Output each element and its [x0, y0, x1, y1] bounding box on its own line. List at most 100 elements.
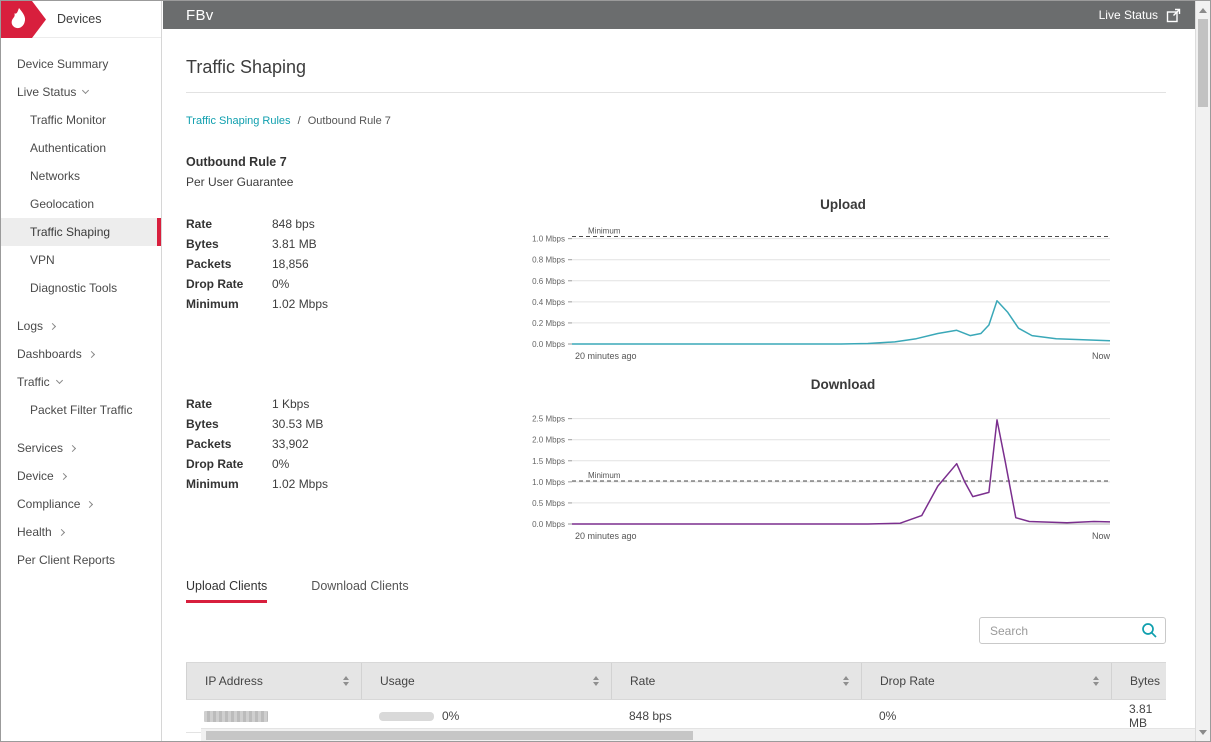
sidebar-header: Devices	[1, 1, 161, 38]
stat-row: Rate 848 bps	[186, 217, 518, 231]
stat-label: Rate	[186, 397, 272, 411]
stat-value: 33,902	[272, 437, 309, 451]
sidebar-item-label: Device	[17, 469, 54, 483]
chevron-down-icon	[82, 87, 89, 94]
svg-text:0.8 Mbps: 0.8 Mbps	[532, 256, 565, 265]
stat-label: Rate	[186, 217, 272, 231]
sidebar: Devices Device Summary Live Status Traff…	[1, 1, 162, 741]
sidebar-item[interactable]: Logs	[1, 312, 161, 340]
sort-icon[interactable]	[1093, 676, 1099, 686]
sidebar-item[interactable]: Per Client Reports	[1, 546, 161, 574]
svg-text:20 minutes ago: 20 minutes ago	[575, 531, 637, 541]
topbar: FBv Live Status	[163, 1, 1195, 29]
live-status-button[interactable]: Live Status	[1099, 8, 1181, 23]
usage-bar	[379, 712, 434, 721]
stat-value: 848 bps	[272, 217, 315, 231]
sidebar-item[interactable]: VPN	[1, 246, 161, 274]
sidebar-item[interactable]: Services	[1, 434, 161, 462]
breadcrumb-link[interactable]: Traffic Shaping Rules	[186, 115, 291, 127]
upload-chart: Upload 0.0 Mbps0.2 Mbps0.4 Mbps0.6 Mbps0…	[518, 197, 1120, 369]
chevron-right-icon	[86, 500, 93, 507]
sidebar-item[interactable]: Networks	[1, 162, 161, 190]
clients-tab[interactable]: Download Clients	[311, 579, 408, 603]
sidebar-item[interactable]: Dashboards	[1, 340, 161, 368]
sidebar-item[interactable]: Device Summary	[1, 50, 161, 78]
column-header[interactable]: Rate	[611, 663, 861, 699]
search-icon[interactable]	[1141, 622, 1158, 639]
chevron-right-icon	[88, 350, 95, 357]
column-header[interactable]: Drop Rate	[861, 663, 1111, 699]
stat-row: Bytes 30.53 MB	[186, 417, 518, 431]
sidebar-item[interactable]: Packet Filter Traffic	[1, 396, 161, 424]
breadcrumb-current: Outbound Rule 7	[308, 115, 391, 127]
svg-text:Now: Now	[1092, 351, 1111, 361]
sidebar-item-label: Per Client Reports	[17, 553, 115, 567]
sidebar-nav: Device Summary Live Status Traffic Monit…	[1, 38, 161, 574]
search-input[interactable]	[979, 617, 1166, 644]
sidebar-item-label: Health	[17, 525, 52, 539]
stat-row: Packets 18,856	[186, 257, 518, 271]
stat-label: Drop Rate	[186, 277, 272, 291]
stat-label: Packets	[186, 257, 272, 271]
sidebar-item[interactable]: Traffic Monitor	[1, 106, 161, 134]
download-panel: Rate 1 Kbps Bytes 30.53 MB Packets 33,90…	[186, 377, 1166, 549]
column-header[interactable]: Usage	[361, 663, 611, 699]
column-header[interactable]: Bytes	[1111, 663, 1172, 699]
sidebar-item-label: VPN	[30, 253, 55, 267]
svg-text:Minimum: Minimum	[588, 227, 621, 236]
sidebar-item-label: Dashboards	[17, 347, 82, 361]
sidebar-item[interactable]: Geolocation	[1, 190, 161, 218]
sidebar-item[interactable]: Device	[1, 462, 161, 490]
column-header-label: IP Address	[205, 674, 263, 688]
sidebar-item[interactable]: Diagnostic Tools	[1, 274, 161, 302]
column-header-label: Drop Rate	[880, 674, 935, 688]
sidebar-item-label: Packet Filter Traffic	[30, 403, 132, 417]
sort-icon[interactable]	[593, 676, 599, 686]
stat-label: Bytes	[186, 417, 272, 431]
sidebar-item[interactable]: Health	[1, 518, 161, 546]
clients-table: IP Address Usage Rate Drop Rate	[186, 662, 1166, 733]
clients-tab[interactable]: Upload Clients	[186, 579, 267, 603]
sidebar-title: Devices	[57, 12, 101, 26]
stat-value: 0%	[272, 457, 289, 471]
horizontal-scrollbar-thumb[interactable]	[206, 731, 693, 740]
download-chart-title: Download	[518, 377, 1120, 392]
rule-name: Outbound Rule 7	[186, 155, 1166, 169]
sidebar-item-label: Device Summary	[17, 57, 108, 71]
chevron-down-icon	[56, 377, 63, 384]
page-title: Traffic Shaping	[186, 57, 1166, 93]
sidebar-item[interactable]: Authentication	[1, 134, 161, 162]
sort-icon[interactable]	[843, 676, 849, 686]
column-header-label: Rate	[630, 674, 655, 688]
sidebar-item-label: Traffic Monitor	[30, 113, 106, 127]
sidebar-item[interactable]: Live Status	[1, 78, 161, 106]
vertical-scrollbar[interactable]	[1195, 1, 1210, 741]
sidebar-item-label: Traffic Shaping	[30, 225, 110, 239]
stat-value: 30.53 MB	[272, 417, 323, 431]
chevron-right-icon	[58, 528, 65, 535]
svg-text:0.0 Mbps: 0.0 Mbps	[532, 520, 565, 529]
stat-value: 1.02 Mbps	[272, 477, 328, 491]
stat-label: Minimum	[186, 477, 272, 491]
svg-text:0.5 Mbps: 0.5 Mbps	[532, 499, 565, 508]
scroll-up-arrow[interactable]	[1196, 3, 1210, 17]
sort-icon[interactable]	[343, 676, 349, 686]
sidebar-item[interactable]: Compliance	[1, 490, 161, 518]
vertical-scrollbar-thumb[interactable]	[1198, 19, 1208, 107]
rule-subtitle: Per User Guarantee	[186, 175, 1166, 189]
chevron-right-icon	[49, 322, 56, 329]
column-header[interactable]: IP Address	[186, 663, 361, 699]
svg-text:20 minutes ago: 20 minutes ago	[575, 351, 637, 361]
external-link-icon	[1166, 8, 1181, 23]
sidebar-item[interactable]: Traffic Shaping	[1, 218, 161, 246]
stat-row: Drop Rate 0%	[186, 277, 518, 291]
stat-row: Minimum 1.02 Mbps	[186, 297, 518, 311]
device-name: FBv	[186, 7, 214, 24]
sidebar-item[interactable]: Traffic	[1, 368, 161, 396]
stat-row: Drop Rate 0%	[186, 457, 518, 471]
live-status-label: Live Status	[1099, 8, 1158, 22]
stat-label: Drop Rate	[186, 457, 272, 471]
horizontal-scrollbar[interactable]	[201, 728, 1195, 741]
scroll-down-arrow[interactable]	[1196, 725, 1210, 739]
sidebar-item-label: Diagnostic Tools	[30, 281, 117, 295]
